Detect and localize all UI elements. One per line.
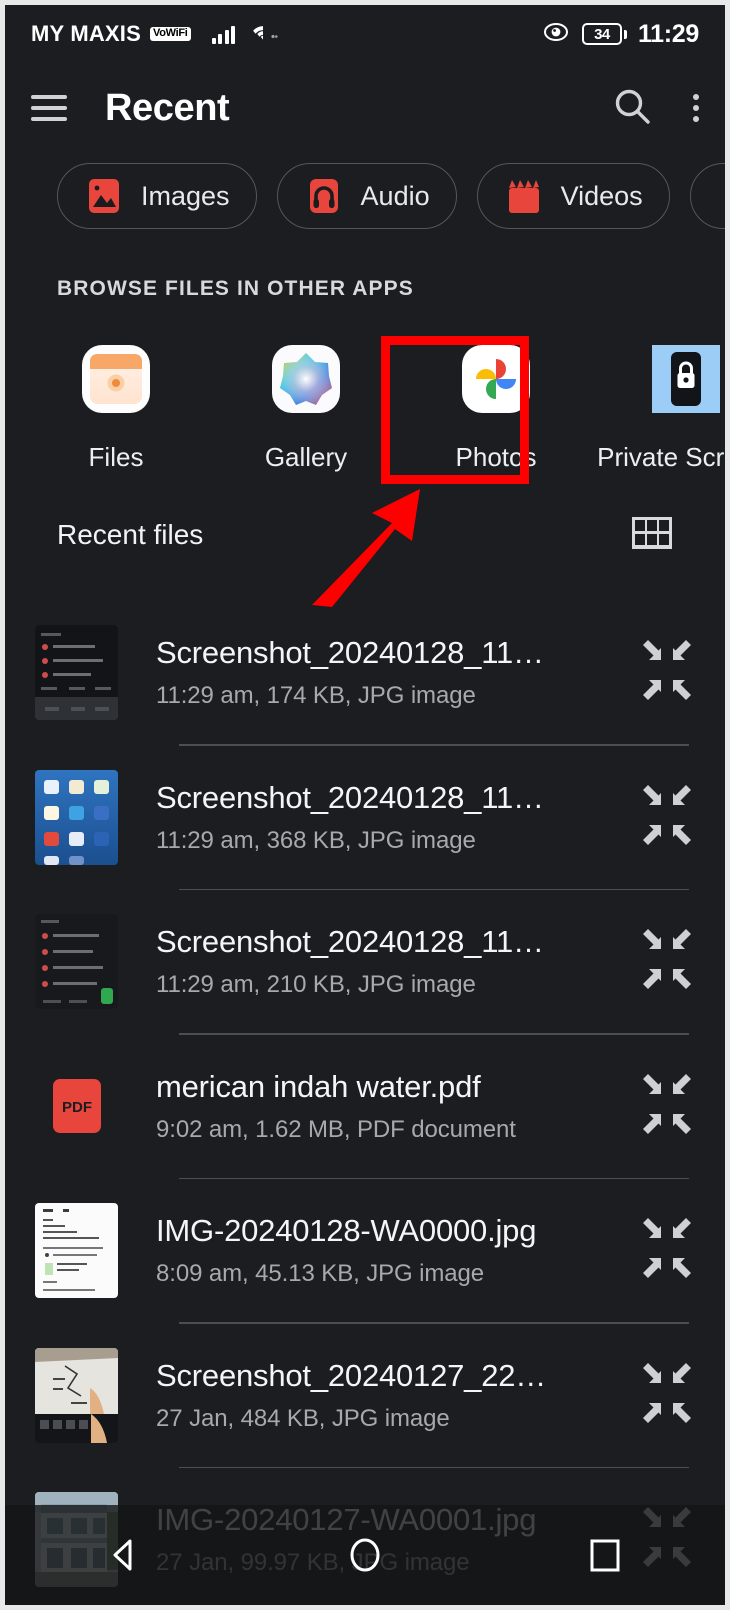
- file-meta: 9:02 am, 1.62 MB, PDF document: [156, 1115, 516, 1143]
- file-info: Screenshot_20240127_22… 27 Jan, 484 KB, …: [118, 1358, 623, 1433]
- expand-icon[interactable]: [635, 638, 699, 707]
- table-row[interactable]: Screenshot_20240128_11… 11:29 am, 210 KB…: [5, 890, 725, 1033]
- expand-icon[interactable]: [635, 1072, 699, 1141]
- gallery-app-icon: [270, 343, 342, 415]
- cellular-signal-icon: [211, 24, 236, 44]
- file-name: IMG-20240128-WA0000.jpg: [156, 1213, 537, 1248]
- file-meta: 11:29 am, 368 KB, JPG image: [156, 826, 476, 854]
- table-row[interactable]: Screenshot_20240128_11… 11:29 am, 368 KB…: [5, 746, 725, 889]
- file-meta: 27 Jan, 484 KB, JPG image: [156, 1404, 450, 1432]
- hamburger-menu-icon[interactable]: [31, 95, 67, 121]
- app-bar: Recent: [5, 63, 725, 153]
- file-meta: 11:29 am, 210 KB, JPG image: [156, 971, 476, 998]
- phone-screen: MY MAXIS VoWiFi 34 11:29 Recent Images A…: [0, 0, 730, 1610]
- app-label-gallery: Gallery: [264, 442, 348, 472]
- chip-audio[interactable]: Audio: [276, 163, 457, 229]
- app-label-private-screen: Private Scree...: [597, 442, 725, 472]
- blue-homescreen-thumbnail: [35, 769, 118, 865]
- system-navigation-bar: [5, 1505, 725, 1605]
- file-info: Screenshot_20240128_11… 11:29 am, 368 KB…: [118, 780, 623, 855]
- page-title: Recent: [105, 86, 230, 129]
- file-name: Screenshot_20240128_11…: [156, 779, 544, 815]
- file-meta: 8:09 am, 45.13 KB, JPG image: [156, 1260, 485, 1287]
- chip-label-audio: Audio: [360, 180, 430, 211]
- app-shortcut-gallery[interactable]: Gallery: [211, 343, 401, 483]
- chip-videos[interactable]: Videos: [476, 163, 670, 229]
- chip-label-images: Images: [141, 180, 230, 211]
- file-name: Screenshot_20240127_22…: [156, 1357, 547, 1393]
- file-info: Screenshot_20240128_11… 11:29 am, 174 KB…: [118, 635, 623, 710]
- home-nav-icon[interactable]: [315, 1505, 415, 1605]
- clapperboard-icon: [504, 176, 544, 216]
- kebab-menu-icon[interactable]: [693, 94, 699, 122]
- file-info: Screenshot_20240128_11… 11:29 am, 210 KB…: [118, 924, 623, 999]
- dark-screenshot-thumbnail: [35, 914, 118, 1009]
- chip-documents[interactable]: [689, 163, 725, 229]
- table-row[interactable]: Screenshot_20240127_22… 27 Jan, 484 KB, …: [5, 1324, 725, 1467]
- wifi-icon: [252, 22, 278, 47]
- pdf-file-icon: PDF: [35, 1059, 118, 1154]
- expand-icon[interactable]: [635, 1216, 699, 1285]
- expand-icon[interactable]: [635, 783, 699, 852]
- image-icon: [84, 176, 124, 216]
- google-photos-app-icon: [460, 343, 532, 415]
- other-apps-row: Files Gallery Photos Private Scr: [5, 343, 725, 483]
- file-name: Screenshot_20240128_11…: [156, 924, 544, 959]
- recents-nav-icon[interactable]: [555, 1505, 655, 1605]
- clock-label: 11:29: [637, 19, 699, 48]
- battery-level-label: 34: [581, 23, 622, 45]
- status-bar: MY MAXIS VoWiFi 34 11:29: [5, 5, 725, 63]
- recent-files-list[interactable]: Screenshot_20240128_11… 11:29 am, 174 KB…: [5, 601, 725, 1605]
- whiteboard-photo-thumbnail: [35, 1347, 118, 1443]
- app-shortcut-private-screen[interactable]: Private Scree...: [591, 343, 725, 483]
- filter-chip-row[interactable]: Images Audio Videos: [5, 160, 725, 232]
- vowifi-badge: VoWiFi: [150, 27, 191, 41]
- file-info: merican indah water.pdf 9:02 am, 1.62 MB…: [118, 1069, 623, 1144]
- back-nav-icon[interactable]: [75, 1505, 175, 1605]
- recent-files-header: Recent files: [5, 510, 725, 560]
- table-row[interactable]: PDF merican indah water.pdf 9:02 am, 1.6…: [5, 1035, 725, 1178]
- app-bar-actions: [611, 85, 699, 132]
- eye-icon: [541, 22, 571, 47]
- headphones-icon: [304, 176, 344, 216]
- dark-screenshot-thumbnail: [35, 625, 118, 720]
- expand-icon[interactable]: [635, 1361, 699, 1430]
- svg-text:PDF: PDF: [62, 1099, 92, 1116]
- table-row[interactable]: IMG-20240128-WA0000.jpg 8:09 am, 45.13 K…: [5, 1179, 725, 1322]
- status-bar-left: MY MAXIS VoWiFi: [31, 21, 278, 47]
- document-icon: [717, 176, 725, 216]
- app-shortcut-photos[interactable]: Photos: [401, 343, 591, 483]
- chip-images[interactable]: Images: [57, 163, 257, 229]
- file-name: merican indah water.pdf: [156, 1068, 481, 1104]
- file-name: Screenshot_20240128_11…: [156, 635, 544, 670]
- files-app-icon: [80, 343, 152, 415]
- battery-icon: 34: [581, 23, 627, 45]
- search-icon[interactable]: [611, 85, 653, 132]
- file-info: IMG-20240128-WA0000.jpg 8:09 am, 45.13 K…: [118, 1213, 623, 1288]
- carrier-label: MY MAXIS: [31, 21, 141, 46]
- browse-apps-header: BROWSE FILES IN OTHER APPS: [57, 277, 414, 300]
- grid-view-icon[interactable]: [631, 516, 673, 555]
- app-label-photos: Photos: [455, 442, 537, 472]
- expand-icon[interactable]: [635, 927, 699, 996]
- private-screen-lock-icon: [650, 343, 722, 415]
- app-label-files: Files: [88, 442, 144, 472]
- white-document-photo-thumbnail: [35, 1203, 118, 1298]
- recent-files-title: Recent files: [57, 519, 204, 550]
- chip-label-videos: Videos: [560, 180, 643, 211]
- app-shortcut-files[interactable]: Files: [21, 343, 211, 483]
- file-meta: 11:29 am, 174 KB, JPG image: [156, 682, 476, 709]
- table-row[interactable]: Screenshot_20240128_11… 11:29 am, 174 KB…: [5, 601, 725, 744]
- battery-tip: [623, 29, 627, 39]
- status-bar-right: 34 11:29: [541, 20, 699, 49]
